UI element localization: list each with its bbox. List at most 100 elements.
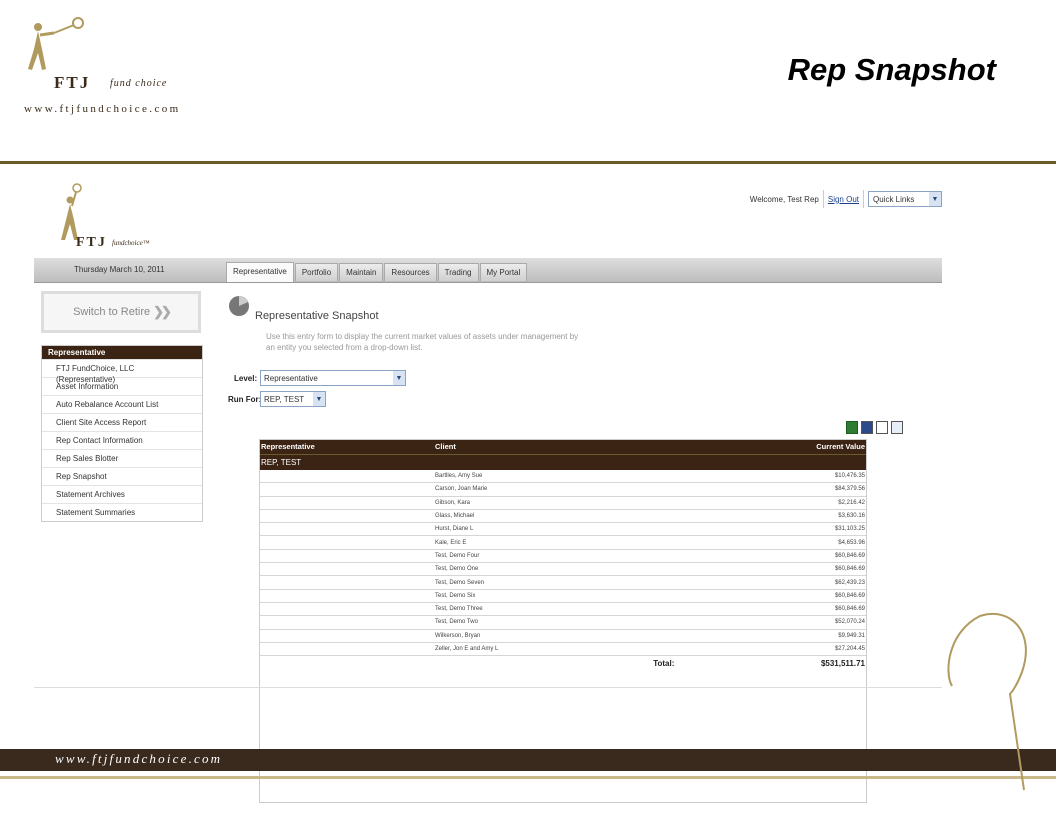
- tab-representative[interactable]: Representative: [226, 262, 294, 282]
- nav-bar: Thursday March 10, 2011 Representative P…: [34, 258, 942, 283]
- client-cell: Test, Demo Six: [433, 589, 677, 603]
- word-export-icon[interactable]: [861, 421, 873, 434]
- client-cell: Bartlles, Amy Sue: [433, 470, 677, 484]
- sidebar-item-client-site-access[interactable]: Client Site Access Report: [42, 413, 202, 431]
- tab-maintain[interactable]: Maintain: [339, 263, 384, 281]
- double-chevron-right-icon: ❯❯: [153, 304, 172, 319]
- divider: [822, 190, 824, 208]
- welcome-text: Welcome, Test Rep: [749, 194, 819, 204]
- current-value-cell: $27,204.45: [676, 642, 867, 657]
- sidebar-item-ftj-fundchoice[interactable]: FTJ FundChoice, LLC (Representative): [42, 359, 202, 384]
- slide-logo-sub: fund choice: [110, 78, 168, 89]
- client-cell: Test, Demo Three: [433, 602, 677, 617]
- page-description: Use this entry form to display the curre…: [266, 332, 579, 352]
- app-logo: FTJ fundchoice™: [42, 182, 172, 260]
- decorative-arc: [947, 612, 1027, 791]
- total-spacer: [259, 656, 433, 671]
- top-divider: [0, 161, 1056, 164]
- table-row: Carson, Joan Marie $84,379.56: [259, 482, 867, 497]
- switch-label: Switch to Retire: [73, 306, 151, 318]
- table-row: Test, Demo Four $60,846.69: [259, 549, 867, 564]
- slide-title: Rep Snapshot: [787, 52, 996, 87]
- run-for-select[interactable]: REP, TEST ▼: [260, 391, 326, 407]
- representative-cell: [259, 575, 433, 590]
- quick-links-select[interactable]: Quick Links ▼: [868, 191, 942, 207]
- sidebar-item-rep-contact[interactable]: Rep Contact Information: [42, 431, 202, 449]
- sidebar: Switch to Retire ❯❯ Representative FTJ F…: [41, 291, 203, 522]
- current-value-cell: $3,630.16: [676, 509, 867, 524]
- tab-my-portal[interactable]: My Portal: [479, 263, 528, 281]
- representative-cell: [259, 470, 433, 484]
- group-row-rep-test: REP, TEST: [259, 454, 867, 470]
- tab-portfolio[interactable]: Portfolio: [294, 263, 339, 281]
- client-cell: Glass, Michael: [433, 509, 677, 524]
- representative-cell: [259, 509, 433, 524]
- table-row: Wilkerson, Bryan $9,949.31: [259, 629, 867, 643]
- tab-trading[interactable]: Trading: [437, 263, 479, 281]
- client-cell: Carson, Joan Marie: [433, 482, 677, 497]
- run-for-value: REP, TEST: [264, 394, 305, 404]
- representative-cell: [259, 482, 433, 497]
- current-value-cell: $60,846.69: [676, 602, 867, 617]
- sidebar-item-statement-summaries[interactable]: Statement Summaries: [42, 503, 202, 521]
- sidebar-item-rep-snapshot[interactable]: Rep Snapshot: [42, 467, 202, 485]
- table-row: Hurst, Diane L $31,103.25: [259, 522, 867, 537]
- sidebar-item-statement-archives[interactable]: Statement Archives: [42, 485, 202, 503]
- table-row: Glass, Michael $3,630.16: [259, 509, 867, 524]
- pie-chart-icon: [229, 296, 249, 316]
- current-value-cell: $60,846.69: [676, 562, 867, 577]
- sidebar-item-rep-sales-blotter[interactable]: Rep Sales Blotter: [42, 449, 202, 467]
- app-bottom-rule: [34, 687, 942, 688]
- footer-rule: [0, 776, 1056, 779]
- export-icons: [846, 421, 906, 434]
- representative-cell: [259, 589, 433, 603]
- switch-to-retire-button[interactable]: Switch to Retire ❯❯: [41, 291, 201, 333]
- quick-links-value: Quick Links: [873, 194, 915, 204]
- level-select[interactable]: Representative ▼: [260, 370, 406, 386]
- representative-cell: [259, 496, 433, 510]
- current-value-cell: $4,653.96: [676, 535, 867, 550]
- current-value-cell: $2,216.42: [676, 496, 867, 510]
- client-cell: Hurst, Diane L: [433, 522, 677, 537]
- app-logo-brand: FTJ: [76, 235, 107, 250]
- client-cell: Test, Demo Four: [433, 549, 677, 564]
- pdf-export-icon[interactable]: [876, 421, 888, 434]
- client-cell: Zeller, Jon E and Amy L: [433, 642, 677, 657]
- slide-logo-url: www.ftjfundchoice.com: [24, 103, 181, 115]
- level-label: Level:: [234, 374, 258, 383]
- chevron-down-icon: ▼: [313, 392, 325, 406]
- current-value-cell: $84,379.56: [676, 482, 867, 497]
- run-for-label: Run For:: [228, 395, 262, 404]
- csv-export-icon[interactable]: [891, 421, 903, 434]
- representative-cell: [259, 642, 433, 657]
- client-cell: Kale, Eric E: [433, 535, 677, 550]
- sidebar-menu: Representative FTJ FundChoice, LLC (Repr…: [41, 345, 203, 522]
- sign-out-link[interactable]: Sign Out: [828, 195, 859, 204]
- app-logo-sub: fundchoice™: [112, 239, 150, 247]
- page-title: Representative Snapshot: [255, 310, 379, 322]
- current-value-cell: $62,439.23: [676, 575, 867, 590]
- excel-export-icon[interactable]: [846, 421, 858, 434]
- current-value-cell: $31,103.25: [676, 522, 867, 537]
- chevron-down-icon: ▼: [393, 371, 405, 385]
- current-date: Thursday March 10, 2011: [74, 265, 165, 274]
- table-row: Test, Demo Three $60,846.69: [259, 602, 867, 617]
- representative-cell: [259, 629, 433, 643]
- app-screenshot: FTJ fundchoice™ Welcome, Test Rep Sign O…: [34, 178, 942, 803]
- client-cell: Test, Demo One: [433, 562, 677, 577]
- representative-cell: [259, 522, 433, 537]
- current-value-cell: $60,846.69: [676, 589, 867, 603]
- table-row: Kale, Eric E $4,653.96: [259, 535, 867, 550]
- user-bar: Welcome, Test Rep Sign Out Quick Links ▼: [750, 190, 942, 208]
- representative-cell: [259, 535, 433, 550]
- table-row: Zeller, Jon E and Amy L $27,204.45: [259, 642, 867, 657]
- representative-cell: [259, 562, 433, 577]
- slide-logo-brand: FTJ: [54, 73, 91, 92]
- client-cell: Test, Demo Two: [433, 615, 677, 630]
- tab-resources[interactable]: Resources: [384, 263, 437, 281]
- representative-cell: [259, 602, 433, 617]
- table-row: Bartlles, Amy Sue $10,476.35: [259, 470, 867, 484]
- table-row: Test, Demo One $60,846.69: [259, 562, 867, 577]
- current-value-cell: $52,070.24: [676, 615, 867, 630]
- sidebar-item-auto-rebalance[interactable]: Auto Rebalance Account List: [42, 395, 202, 413]
